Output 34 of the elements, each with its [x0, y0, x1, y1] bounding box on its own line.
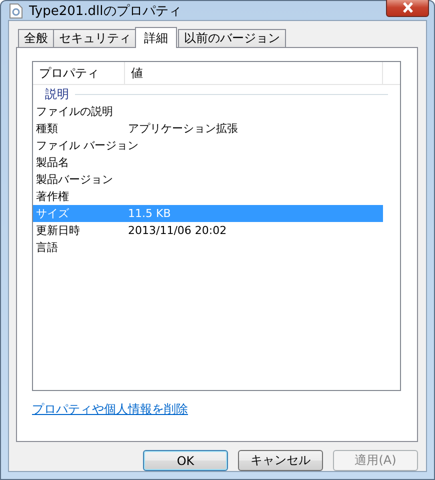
list-row[interactable]: 製品名: [33, 154, 383, 171]
list-row[interactable]: ファイル バージョン: [33, 137, 383, 154]
list-row[interactable]: 言語: [33, 239, 383, 256]
column-header[interactable]: 値: [125, 62, 383, 84]
remove-properties-link[interactable]: プロパティや個人情報を削除: [32, 401, 188, 418]
list-row[interactable]: 更新日時 2013/11/06 20:02: [33, 222, 383, 239]
tab[interactable]: 詳細: [135, 27, 177, 48]
list-row[interactable]: 種類 アプリケーション拡張: [33, 120, 383, 137]
property-name: 更新日時: [36, 223, 81, 238]
property-name: 製品バージョン: [36, 172, 114, 187]
property-name: 著作権: [36, 189, 70, 204]
tab[interactable]: 全般: [18, 29, 54, 47]
close-icon: [400, 2, 414, 13]
group-header: 説明: [45, 86, 69, 103]
property-value: 11.5 KB: [128, 207, 171, 220]
property-value: アプリケーション拡張: [128, 121, 238, 136]
property-name: ファイル バージョン: [36, 138, 138, 153]
tab[interactable]: セキュリティ: [53, 29, 137, 47]
property-name: 製品名: [36, 155, 70, 170]
property-value: 2013/11/06 20:02: [128, 224, 227, 237]
window-title: Type201.dllのプロパティ: [29, 2, 182, 20]
property-name: ファイルの説明: [36, 104, 114, 119]
list-row[interactable]: 製品バージョン: [33, 171, 383, 188]
dialog-button[interactable]: キャンセル: [238, 450, 323, 471]
dialog-button[interactable]: OK: [143, 450, 228, 471]
column-header[interactable]: プロパティ: [33, 62, 125, 84]
list-row[interactable]: 著作権: [33, 188, 383, 205]
property-name: サイズ: [36, 206, 70, 221]
close-button[interactable]: [386, 0, 429, 17]
property-name: 言語: [36, 240, 59, 255]
list-row[interactable]: ファイルの説明: [33, 103, 383, 120]
tab[interactable]: 以前のバージョン: [178, 29, 286, 47]
property-name: 種類: [36, 121, 59, 136]
file-icon: [9, 2, 23, 18]
